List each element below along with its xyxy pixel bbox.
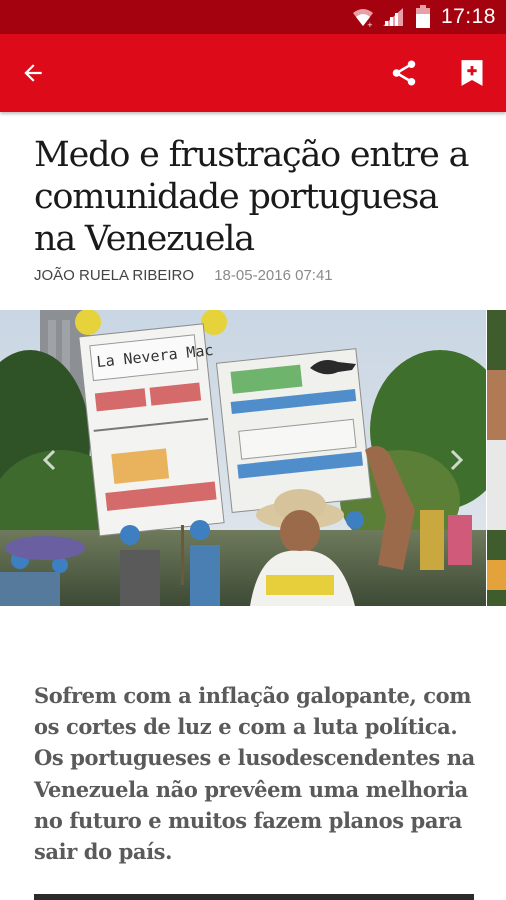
wifi-icon: +: [352, 9, 373, 28]
signal-icon: [382, 8, 403, 26]
photo-gallery[interactable]: La Nevera Mac: [0, 310, 506, 606]
article-lead: Sofrem com a inflação galopante, com os …: [34, 683, 475, 865]
byline: JOÃO RUELA RIBEIRO 18-05-2016 07:41: [34, 267, 333, 287]
bookmark-add-icon: [461, 60, 483, 86]
status-icons: + 17:18: [351, 4, 496, 30]
next-photo-preview[interactable]: [487, 310, 506, 606]
battery-icon: [415, 5, 430, 28]
chevron-left-icon: [42, 449, 56, 471]
article-title: Medo e frustração entre a comunidade por…: [34, 135, 469, 259]
status-time: 17:18: [440, 5, 496, 28]
arrow-back-icon: [24, 64, 42, 82]
author-name[interactable]: JOÃO RUELA RIBEIRO: [34, 267, 194, 284]
bookmark-button[interactable]: [452, 53, 492, 93]
status-bar: + 17:18: [0, 0, 506, 34]
publish-date: 18-05-2016 07:41: [214, 267, 333, 284]
share-button[interactable]: [384, 53, 424, 93]
back-button[interactable]: [13, 53, 53, 93]
gallery-prev-button[interactable]: [40, 448, 60, 472]
share-icon: [392, 60, 416, 86]
next-paragraph-cropped: [34, 886, 484, 900]
gallery-next-button[interactable]: [446, 448, 466, 472]
article-photo: La Nevera Mac: [0, 310, 486, 606]
app-bar: [0, 34, 506, 112]
svg-text:+: +: [367, 21, 373, 28]
chevron-right-icon: [450, 449, 464, 471]
